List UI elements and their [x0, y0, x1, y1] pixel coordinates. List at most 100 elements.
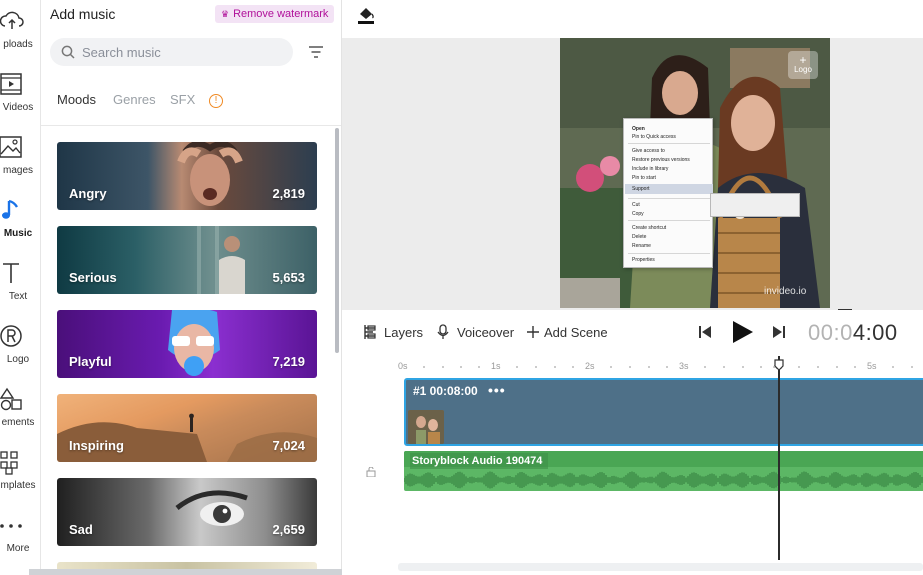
- rail-music[interactable]: Music: [0, 193, 40, 251]
- mood-card-inspiring[interactable]: Inspiring 7,024: [57, 394, 317, 462]
- remove-watermark-button[interactable]: ♛ Remove watermark: [215, 5, 335, 23]
- video-preview[interactable]: + Logo invideo.io Open Pin to Quick acces…: [560, 38, 830, 308]
- skip-forward-icon[interactable]: [772, 325, 786, 339]
- paint-bucket-icon[interactable]: [357, 5, 375, 25]
- templates-grid-icon: [0, 451, 18, 475]
- video-icon: [0, 73, 22, 95]
- info-icon[interactable]: !: [209, 94, 223, 108]
- watermark-text: invideo.io: [764, 286, 807, 297]
- ruler-dot: [460, 366, 462, 368]
- mood-name: Serious: [69, 270, 117, 285]
- voiceover-button[interactable]: Voiceover: [435, 324, 515, 342]
- rail-templates[interactable]: mplates: [0, 445, 40, 503]
- ruler-dot: [836, 366, 838, 368]
- ctx-item: Properties: [632, 257, 655, 263]
- mood-card-sad[interactable]: Sad 2,659: [57, 478, 317, 546]
- ruler-dot: [892, 366, 894, 368]
- panel-scrollbar[interactable]: [335, 128, 339, 353]
- crown-icon: ♛: [221, 9, 230, 19]
- mood-count: 7,219: [272, 354, 305, 369]
- rail-label: Text: [8, 291, 28, 302]
- rail-text[interactable]: Text: [0, 256, 40, 314]
- audio-track[interactable]: Storyblock Audio 190474: [404, 451, 923, 491]
- rail-elements[interactable]: ements: [0, 382, 40, 440]
- audio-title: Storyblock Audio 190474: [410, 453, 549, 469]
- timecode: 00:04:00: [808, 320, 898, 346]
- ruler-tick: 5s: [867, 361, 877, 371]
- tab-genres[interactable]: Genres: [113, 92, 156, 107]
- ruler-dot: [572, 366, 574, 368]
- context-submenu: [710, 193, 800, 217]
- playhead-line[interactable]: [778, 356, 780, 560]
- logo-badge-label: Logo: [794, 65, 812, 74]
- mood-name: Angry: [69, 186, 107, 201]
- search-input[interactable]: [82, 43, 282, 61]
- rail-more[interactable]: More: [0, 508, 40, 566]
- music-panel: Add music ♛Remove watermark Moods Genres…: [41, 0, 342, 575]
- audio-waveform: [404, 471, 923, 489]
- filter-icon[interactable]: [308, 44, 324, 60]
- rail-label: More: [6, 543, 30, 554]
- left-rail: ploads Videos mages Music Text Logo emen…: [0, 0, 41, 575]
- rail-label: Music: [3, 228, 33, 239]
- tab-moods[interactable]: Moods: [57, 92, 96, 107]
- ctx-item: Restore previous versions: [632, 157, 690, 163]
- rail-logo[interactable]: Logo: [0, 319, 40, 377]
- mood-card-angry[interactable]: Angry 2,819: [57, 142, 317, 210]
- rail-images[interactable]: mages: [0, 130, 40, 188]
- upload-cloud-icon: [0, 11, 24, 29]
- rail-uploads[interactable]: ploads: [0, 4, 40, 62]
- plus-icon: [527, 326, 539, 338]
- play-icon[interactable]: [732, 320, 754, 344]
- playhead-handle[interactable]: [774, 359, 784, 371]
- timeline: 0s 1s 2s 3s 4s 5s #1 00:08:00 •••: [342, 356, 923, 575]
- ruler-dot: [423, 366, 425, 368]
- rail-videos[interactable]: Videos: [0, 67, 40, 125]
- search-icon: [61, 45, 75, 59]
- mood-name: Inspiring: [69, 438, 124, 453]
- ruler-tick: 3s: [679, 361, 689, 371]
- ctx-item: Include in library: [632, 166, 669, 172]
- registered-logo-icon: [0, 325, 22, 347]
- music-note-icon: [2, 199, 19, 219]
- ctx-item: Support: [632, 186, 650, 192]
- scene-thumbnail: [408, 410, 444, 444]
- scene-more-button[interactable]: •••: [488, 382, 506, 398]
- timeline-ruler[interactable]: 0s 1s 2s 3s 4s 5s: [342, 356, 923, 374]
- ctx-separator: [628, 220, 710, 221]
- layers-button[interactable]: Layers: [362, 324, 432, 342]
- logo-badge[interactable]: + Logo: [788, 51, 818, 79]
- ruler-dot: [911, 366, 913, 368]
- ctx-separator: [628, 143, 710, 144]
- scene-label: #1 00:08:00: [413, 384, 478, 398]
- ruler-dot: [798, 366, 800, 368]
- ruler-dot: [610, 366, 612, 368]
- mood-count: 5,653: [272, 270, 305, 285]
- ctx-item: Cut: [632, 202, 640, 208]
- unlock-icon[interactable]: [366, 467, 376, 477]
- ruler-dot: [704, 366, 706, 368]
- ruler-dot: [516, 366, 518, 368]
- ctx-item: Delete: [632, 234, 647, 240]
- add-scene-button[interactable]: Add Scene: [525, 324, 615, 342]
- mood-card-playful[interactable]: Playful 7,219: [57, 310, 317, 378]
- rail-label: mages: [2, 165, 33, 176]
- skip-back-icon[interactable]: [698, 325, 712, 339]
- ruler-dot: [760, 366, 762, 368]
- timeline-scrollbar[interactable]: [398, 563, 923, 571]
- ctx-item: Open: [632, 126, 645, 132]
- ctx-item: Copy: [632, 211, 644, 217]
- rail-label: mplates: [0, 480, 36, 491]
- scene-track[interactable]: #1 00:08:00 •••: [404, 378, 923, 446]
- image-icon: [0, 136, 22, 158]
- ctx-item: Pin to Quick access: [632, 134, 676, 140]
- tab-sfx[interactable]: SFX: [170, 92, 195, 107]
- mood-card-serious[interactable]: Serious 5,653: [57, 226, 317, 294]
- layers-label: Layers: [384, 325, 424, 340]
- ctx-item: Pin to start: [632, 175, 656, 181]
- mood-count: 2,659: [272, 522, 305, 537]
- mood-count: 2,819: [272, 186, 305, 201]
- rail-label: ploads: [3, 39, 33, 50]
- voiceover-label: Voiceover: [457, 325, 515, 340]
- search-bar: [50, 38, 293, 66]
